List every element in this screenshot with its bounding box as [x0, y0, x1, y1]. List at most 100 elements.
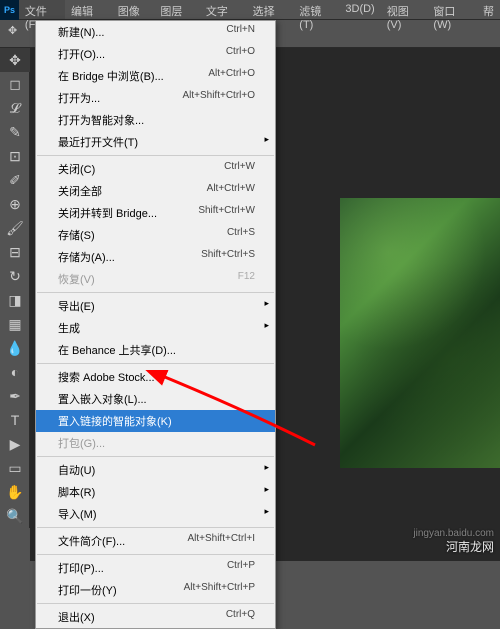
- menu-3d[interactable]: 3D(D): [339, 0, 380, 19]
- menu-item-shortcut: Ctrl+O: [226, 46, 255, 62]
- pen-tool[interactable]: ✒: [0, 384, 30, 408]
- menu-item-shortcut: Ctrl+Q: [226, 609, 255, 625]
- menu-help[interactable]: 帮: [477, 0, 500, 19]
- menu-item-label: 打印一份(Y): [58, 582, 117, 598]
- menu-item-label: 打开为智能对象...: [58, 112, 144, 128]
- blur-tool[interactable]: 💧: [0, 336, 30, 360]
- menu-item[interactable]: 打印一份(Y) Alt+Shift+Ctrl+P: [36, 579, 275, 601]
- menu-separator: [37, 292, 274, 293]
- menu-item[interactable]: 自动(U): [36, 459, 275, 481]
- eyedropper-tool[interactable]: ✐: [0, 168, 30, 192]
- menu-edit[interactable]: 编辑(E): [65, 0, 112, 19]
- menu-layer[interactable]: 图层(L): [154, 0, 200, 19]
- eraser-tool[interactable]: ◨: [0, 288, 30, 312]
- menu-item[interactable]: 存储为(A)... Shift+Ctrl+S: [36, 246, 275, 268]
- menu-item-label: 导出(E): [58, 298, 95, 314]
- menu-separator: [37, 603, 274, 604]
- menu-select[interactable]: 选择(S): [247, 0, 294, 19]
- menu-type[interactable]: 文字(Y): [200, 0, 247, 19]
- app-logo: Ps: [0, 0, 19, 20]
- dodge-tool[interactable]: ◐: [0, 360, 30, 384]
- menu-item[interactable]: 存储(S) Ctrl+S: [36, 224, 275, 246]
- menu-item[interactable]: 关闭(C)Ctrl+W: [36, 158, 275, 180]
- menu-item[interactable]: 置入链接的智能对象(K): [36, 410, 275, 432]
- menu-item-label: 在 Bridge 中浏览(B)...: [58, 68, 164, 84]
- menu-item-label: 存储(S): [58, 227, 95, 243]
- menu-item-label: 打开(O)...: [58, 46, 105, 62]
- menu-item[interactable]: 打开为智能对象...: [36, 109, 275, 131]
- menu-item-label: 存储为(A)...: [58, 249, 115, 265]
- menu-item[interactable]: 导入(M): [36, 503, 275, 525]
- menu-item-shortcut: Shift+Ctrl+S: [201, 249, 255, 265]
- brush-tool[interactable]: 🖌: [0, 216, 30, 240]
- marquee-tool[interactable]: ◻: [0, 72, 30, 96]
- menu-item-label: 关闭(C): [58, 161, 95, 177]
- menu-file[interactable]: 文件(F): [19, 0, 65, 19]
- menu-item-shortcut: Alt+Ctrl+O: [208, 68, 255, 84]
- menu-item-label: 恢复(V): [58, 271, 95, 287]
- menu-image[interactable]: 图像(I): [112, 0, 155, 19]
- menu-item[interactable]: 生成: [36, 317, 275, 339]
- menu-item[interactable]: 退出(X) Ctrl+Q: [36, 606, 275, 628]
- menu-item-shortcut: Shift+Ctrl+W: [198, 205, 255, 221]
- menu-item-label: 打包(G)...: [58, 435, 105, 451]
- menu-item-shortcut: F12: [238, 271, 255, 287]
- menu-item-label: 关闭并转到 Bridge...: [58, 205, 157, 221]
- lasso-tool[interactable]: 𝓛: [0, 96, 30, 120]
- image-content: [340, 198, 500, 468]
- menu-item-label: 打印(P)...: [58, 560, 104, 576]
- menu-item: 恢复(V) F12: [36, 268, 275, 290]
- menu-item-shortcut: Alt+Shift+Ctrl+O: [182, 90, 255, 106]
- menu-item-label: 退出(X): [58, 609, 95, 625]
- menu-item-shortcut: Alt+Shift+Ctrl+P: [184, 582, 255, 598]
- menu-separator: [37, 155, 274, 156]
- tools-panel: ✥ ◻ 𝓛 ✎ ⊡ ✐ ⊕ 🖌 ⊟ ↻ ◨ ▦ 💧 ◐ ✒ T ▶ ▭ ✋ 🔍: [0, 48, 30, 528]
- menu-filter[interactable]: 滤镜(T): [293, 0, 339, 19]
- hand-tool[interactable]: ✋: [0, 480, 30, 504]
- menu-item[interactable]: 新建(N)...Ctrl+N: [36, 21, 275, 43]
- menu-item-label: 导入(M): [58, 506, 97, 522]
- shape-tool[interactable]: ▭: [0, 456, 30, 480]
- menu-view[interactable]: 视图(V): [381, 0, 428, 19]
- menu-item[interactable]: 置入嵌入对象(L)...: [36, 388, 275, 410]
- menu-item[interactable]: 搜索 Adobe Stock...: [36, 366, 275, 388]
- menu-item-label: 打开为...: [58, 90, 100, 106]
- menubar: Ps 文件(F) 编辑(E) 图像(I) 图层(L) 文字(Y) 选择(S) 滤…: [0, 0, 500, 20]
- menu-separator: [37, 363, 274, 364]
- menu-window[interactable]: 窗口(W): [427, 0, 477, 19]
- menu-item[interactable]: 打开(O)... Ctrl+O: [36, 43, 275, 65]
- gradient-tool[interactable]: ▦: [0, 312, 30, 336]
- menu-item[interactable]: 关闭全部Alt+Ctrl+W: [36, 180, 275, 202]
- watermark-text: 河南龙网: [446, 538, 494, 555]
- type-tool[interactable]: T: [0, 408, 30, 432]
- menu-item[interactable]: 打印(P)... Ctrl+P: [36, 557, 275, 579]
- menu-item[interactable]: 在 Behance 上共享(D)...: [36, 339, 275, 361]
- menu-item: 打包(G)...: [36, 432, 275, 454]
- menu-item[interactable]: 关闭并转到 Bridge... Shift+Ctrl+W: [36, 202, 275, 224]
- menu-item-shortcut: Alt+Ctrl+W: [207, 183, 255, 199]
- menu-item[interactable]: 导出(E): [36, 295, 275, 317]
- menu-item-shortcut: Ctrl+S: [227, 227, 255, 243]
- path-select-tool[interactable]: ▶: [0, 432, 30, 456]
- menu-item-label: 最近打开文件(T): [58, 134, 138, 150]
- canvas-image: [340, 198, 500, 468]
- menu-item-label: 生成: [58, 320, 80, 336]
- menu-item-label: 自动(U): [58, 462, 95, 478]
- menu-item[interactable]: 最近打开文件(T): [36, 131, 275, 153]
- menu-item-label: 脚本(R): [58, 484, 95, 500]
- menu-item-shortcut: Ctrl+P: [227, 560, 255, 576]
- menu-item[interactable]: 文件简介(F)...Alt+Shift+Ctrl+I: [36, 530, 275, 552]
- zoom-tool[interactable]: 🔍: [0, 504, 30, 528]
- menu-item[interactable]: 脚本(R): [36, 481, 275, 503]
- menu-separator: [37, 527, 274, 528]
- stamp-tool[interactable]: ⊟: [0, 240, 30, 264]
- history-brush-tool[interactable]: ↻: [0, 264, 30, 288]
- menu-separator: [37, 554, 274, 555]
- healing-tool[interactable]: ⊕: [0, 192, 30, 216]
- menu-item[interactable]: 在 Bridge 中浏览(B)... Alt+Ctrl+O: [36, 65, 275, 87]
- quick-select-tool[interactable]: ✎: [0, 120, 30, 144]
- menu-separator: [37, 456, 274, 457]
- menu-item[interactable]: 打开为... Alt+Shift+Ctrl+O: [36, 87, 275, 109]
- crop-tool[interactable]: ⊡: [0, 144, 30, 168]
- move-tool[interactable]: ✥: [0, 48, 30, 72]
